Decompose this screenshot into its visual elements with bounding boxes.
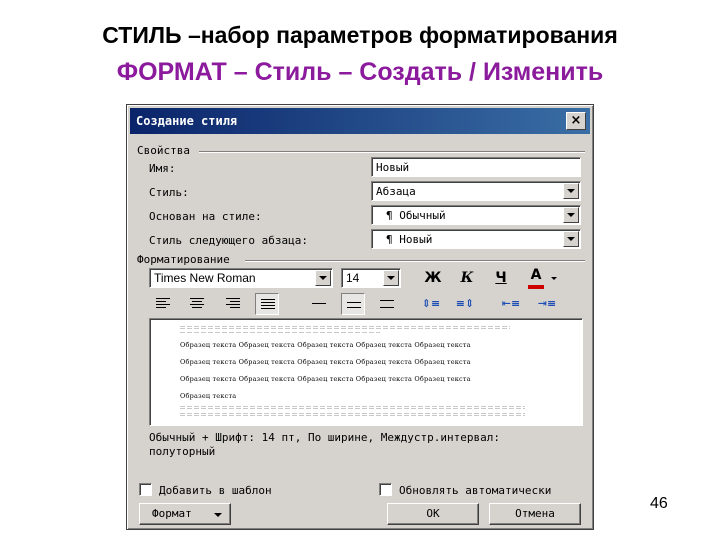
one-half-spacing-icon — [347, 302, 361, 303]
bold-button[interactable]: Ж — [421, 267, 445, 289]
align-right-icon — [226, 298, 240, 310]
space-after-icon: ≡⇕ — [455, 297, 475, 310]
font-color-button[interactable]: А — [525, 265, 547, 291]
name-input[interactable]: Новый — [371, 157, 581, 177]
ok-button[interactable]: OK — [387, 503, 479, 525]
formatting-group-label: Форматирование — [137, 253, 230, 266]
auto-update-label[interactable]: Обновлять автоматически — [399, 484, 551, 497]
slide-subtitle: ФОРМАТ – Стиль – Создать / Изменить — [116, 58, 604, 86]
properties-group-label: Свойства — [137, 144, 190, 157]
align-center-button[interactable] — [185, 293, 209, 315]
single-spacing-button[interactable] — [307, 293, 331, 315]
based-on-value: ¶ Обычный — [386, 209, 446, 222]
align-justify-button[interactable] — [255, 293, 279, 315]
based-on-label: Основан на стиле: — [149, 210, 262, 223]
style-type-select[interactable]: Абзаца — [371, 181, 581, 201]
font-name-value: Times New Roman — [154, 271, 256, 285]
decrease-indent-button[interactable]: ⇤≡ — [499, 293, 523, 315]
style-description: Обычный + Шрифт: 14 пт, По ширине, Между… — [149, 431, 579, 459]
double-spacing-button[interactable] — [375, 293, 399, 315]
chevron-down-icon[interactable] — [563, 183, 579, 199]
align-left-icon — [156, 298, 170, 310]
cancel-button[interactable]: Отмена — [489, 503, 581, 525]
space-after-button[interactable]: ≡⇕ — [453, 293, 477, 315]
name-input-value: Новый — [376, 161, 410, 174]
name-label: Имя: — [149, 162, 176, 175]
space-before-button[interactable]: ⇕≡ — [419, 293, 443, 315]
formatting-group-divider — [245, 260, 585, 262]
decrease-indent-icon: ⇤≡ — [501, 297, 521, 310]
add-to-template-label[interactable]: Добавить в шаблон — [159, 484, 272, 497]
font-size-value: 14 — [346, 271, 360, 285]
preview-line: Образец текста Образец текста Образец те… — [180, 375, 471, 383]
dialog-titlebar[interactable]: Создание стиля × — [130, 108, 590, 134]
style-preview: Образец текста Образец текста Образец те… — [149, 318, 583, 426]
style-type-value: Абзаца — [376, 185, 416, 198]
align-center-icon — [190, 298, 204, 310]
next-style-label: Стиль следующего абзаца: — [149, 234, 308, 247]
one-half-spacing-button[interactable] — [341, 293, 365, 315]
double-spacing-icon-line — [380, 307, 394, 308]
font-color-bar — [528, 285, 544, 289]
dialog-title: Создание стиля — [136, 114, 238, 128]
increase-indent-icon: ⇥≡ — [537, 297, 557, 310]
preview-last-line: Образец текста — [180, 392, 237, 400]
preview-line: Образец текста Образец текста Образец те… — [180, 358, 471, 366]
style-description-line2: полуторный — [149, 445, 216, 458]
page-number: 46 — [650, 495, 668, 512]
space-before-icon: ⇕≡ — [421, 297, 441, 310]
chevron-down-icon — [214, 513, 222, 517]
next-style-select[interactable]: ¶ Новый — [371, 229, 581, 249]
close-icon: × — [570, 113, 582, 128]
chevron-down-icon[interactable] — [383, 270, 399, 286]
preview-prev-paragraph — [180, 325, 510, 329]
format-button-label: Формат — [152, 507, 192, 520]
font-color-chevron-icon[interactable] — [551, 277, 557, 280]
chevron-down-icon[interactable] — [563, 231, 579, 247]
close-button[interactable]: × — [566, 112, 586, 130]
underline-button[interactable]: Ч — [489, 267, 513, 289]
font-size-select[interactable]: 14 — [341, 268, 401, 288]
style-type-label: Стиль: — [149, 186, 189, 199]
single-spacing-icon — [312, 303, 326, 304]
align-right-button[interactable] — [221, 293, 245, 315]
next-style-value: ¶ Новый — [386, 233, 433, 246]
preview-next-paragraph — [180, 405, 525, 409]
preview-next-paragraph-line — [180, 412, 525, 416]
align-justify-icon — [261, 299, 275, 311]
preview-prev-paragraph-line — [180, 331, 380, 335]
create-style-dialog: Создание стиля × Свойства Имя: Новый Сти… — [126, 104, 594, 530]
slide-title: СТИЛЬ –набор параметров форматирования — [102, 22, 618, 48]
format-button[interactable]: Формат — [139, 503, 231, 525]
based-on-select[interactable]: ¶ Обычный — [371, 205, 581, 225]
properties-group-divider — [199, 151, 585, 153]
italic-button[interactable]: К — [455, 267, 479, 289]
preview-line: Образец текста Образец текста Образец те… — [180, 341, 471, 349]
chevron-down-icon[interactable] — [563, 207, 579, 223]
chevron-down-icon[interactable] — [315, 270, 331, 286]
font-color-icon: А — [530, 267, 542, 283]
font-name-select[interactable]: Times New Roman — [149, 268, 333, 288]
one-half-spacing-icon-line — [347, 307, 361, 308]
style-description-line1: Обычный + Шрифт: 14 пт, По ширине, Между… — [149, 431, 500, 444]
double-spacing-icon — [380, 300, 394, 301]
increase-indent-button[interactable]: ⇥≡ — [535, 293, 559, 315]
align-left-button[interactable] — [151, 293, 175, 315]
auto-update-checkbox[interactable] — [379, 483, 392, 496]
add-to-template-checkbox[interactable] — [139, 483, 152, 496]
